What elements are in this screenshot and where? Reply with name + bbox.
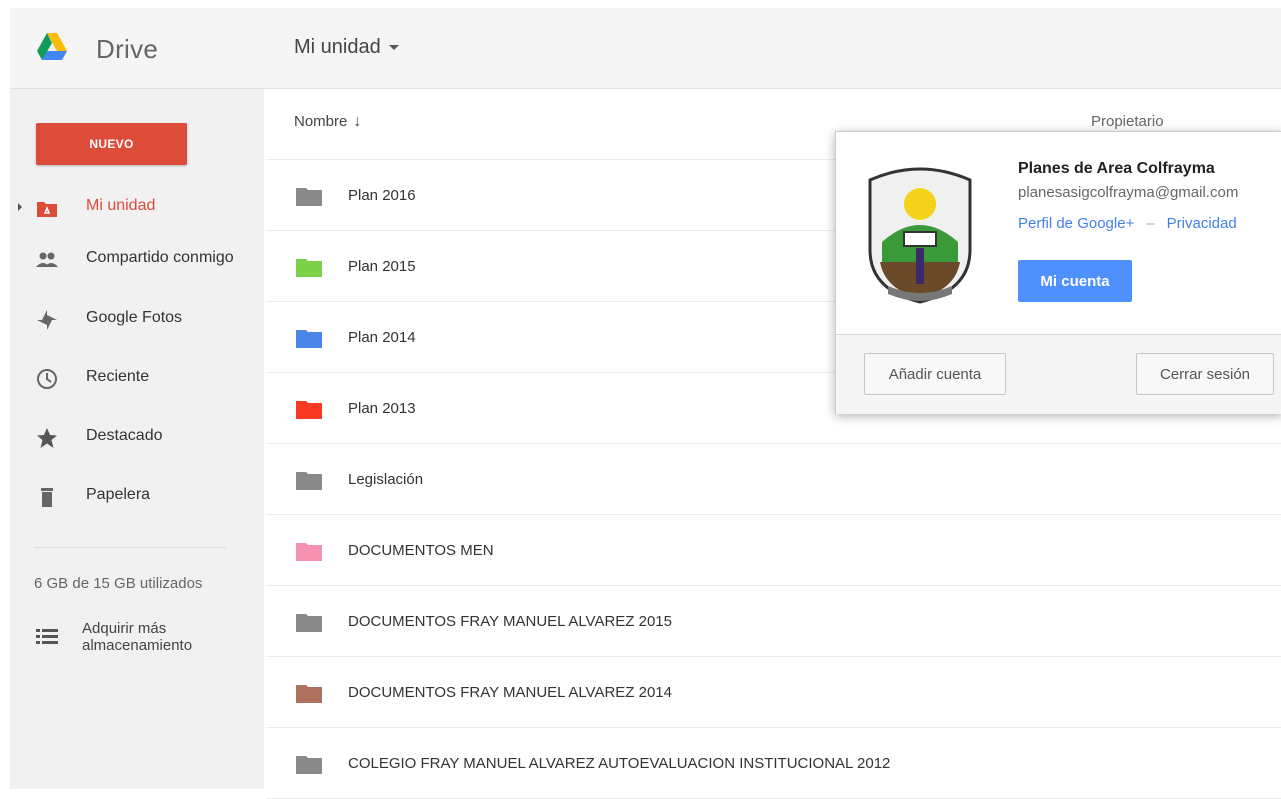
add-account-button[interactable]: Añadir cuenta: [864, 353, 1006, 395]
buy-storage-link[interactable]: Adquirir más almacenamiento: [34, 617, 254, 661]
sidebar-item-label: Compartido conmigo: [86, 249, 234, 266]
file-name: Plan 2015: [348, 258, 416, 275]
folder-icon: [296, 401, 322, 419]
file-name: Legislación: [348, 471, 424, 488]
folder-icon: [296, 543, 322, 561]
folder-icon: [296, 756, 322, 774]
account-popup: Planes de Area Colfrayma planesasigcolfr…: [835, 131, 1281, 414]
top-bar: Drive Mi unidad: [10, 8, 1281, 89]
people-icon: [36, 252, 58, 267]
expand-arrow-icon[interactable]: [18, 203, 22, 211]
sidebar-item-label: Reciente: [86, 368, 150, 385]
folder-icon: [296, 188, 322, 206]
pinwheel-icon: [37, 310, 57, 330]
file-name: DOCUMENTOS FRAY MANUEL ALVAREZ 2014: [348, 684, 672, 701]
table-row[interactable]: DOCUMENTOS FRAY MANUEL ALVAREZ 2014: [266, 657, 1281, 728]
file-name: COLEGIO FRAY MANUEL ALVAREZ AUTOEVALUACI…: [348, 755, 891, 772]
new-button[interactable]: NUEVO: [36, 123, 187, 165]
sidebar-item-shared[interactable]: Compartido conmigo: [10, 239, 264, 279]
sidebar-item-photos[interactable]: Google Fotos: [10, 299, 264, 339]
folder-icon: [296, 259, 322, 277]
sidebar-divider: [34, 547, 226, 548]
caret-down-icon: [388, 45, 399, 51]
folder-icon: [296, 330, 322, 348]
column-owner-label[interactable]: Propietario: [1091, 113, 1164, 130]
file-name: Plan 2016: [348, 187, 416, 204]
drive-logo-icon[interactable]: [36, 31, 68, 63]
clock-icon: [37, 369, 57, 389]
account-name: Planes de Area Colfrayma: [1018, 160, 1215, 177]
table-row[interactable]: DOCUMENTOS FRAY MANUEL ALVAREZ 2015: [266, 586, 1281, 657]
folder-icon: [296, 472, 322, 490]
table-row[interactable]: COLEGIO FRAY MANUEL ALVAREZ AUTOEVALUACI…: [266, 728, 1281, 799]
sidebar-item-trash[interactable]: Papelera: [10, 476, 264, 516]
storage-usage: 6 GB de 15 GB utilizados: [34, 575, 203, 592]
google-plus-profile-link[interactable]: Perfil de Google+: [1018, 215, 1134, 232]
sign-out-button[interactable]: Cerrar sesión: [1136, 353, 1274, 395]
privacy-link[interactable]: Privacidad: [1167, 215, 1237, 232]
file-name: Plan 2013: [348, 400, 416, 417]
link-separator: –: [1146, 215, 1155, 232]
account-popup-footer: Añadir cuenta Cerrar sesión: [836, 334, 1281, 414]
sort-by-name[interactable]: Nombre ↓: [294, 113, 361, 131]
account-email: planesasigcolfrayma@gmail.com: [1018, 184, 1239, 201]
buy-storage-label: Adquirir más almacenamiento: [82, 620, 193, 654]
my-account-button[interactable]: Mi cuenta: [1018, 260, 1132, 302]
trash-icon: [41, 488, 53, 507]
sidebar: NUEVO Mi unidad Compartido conmigo Googl…: [10, 89, 264, 789]
star-icon: [37, 428, 57, 448]
table-row[interactable]: DOCUMENTOS MEN: [266, 515, 1281, 586]
sidebar-item-label: Destacado: [86, 427, 163, 444]
file-name: DOCUMENTOS MEN: [348, 542, 494, 559]
breadcrumb-label: Mi unidad: [294, 36, 381, 58]
my-drive-icon: [37, 202, 57, 217]
folder-icon: [296, 614, 322, 632]
school-crest-icon[interactable]: [860, 162, 980, 306]
sidebar-item-recent[interactable]: Reciente: [10, 358, 264, 398]
sidebar-item-my-drive[interactable]: Mi unidad: [10, 187, 264, 227]
sidebar-item-label: Papelera: [86, 486, 151, 503]
table-row[interactable]: Legislación: [266, 444, 1281, 515]
file-name: DOCUMENTOS FRAY MANUEL ALVAREZ 2015: [348, 613, 672, 630]
account-links: Perfil de Google+ – Privacidad: [1018, 215, 1237, 232]
sidebar-item-label: Mi unidad: [86, 197, 156, 214]
sort-arrow-down-icon: ↓: [353, 113, 362, 130]
sidebar-item-starred[interactable]: Destacado: [10, 417, 264, 457]
sidebar-item-label: Google Fotos: [86, 309, 183, 326]
breadcrumb-my-drive[interactable]: Mi unidad: [294, 36, 399, 59]
drive-brand[interactable]: Drive: [96, 34, 158, 65]
folder-icon: [296, 685, 322, 703]
storage-list-icon: [36, 629, 58, 644]
file-name: Plan 2014: [348, 329, 416, 346]
column-name-label: Nombre: [294, 113, 348, 130]
